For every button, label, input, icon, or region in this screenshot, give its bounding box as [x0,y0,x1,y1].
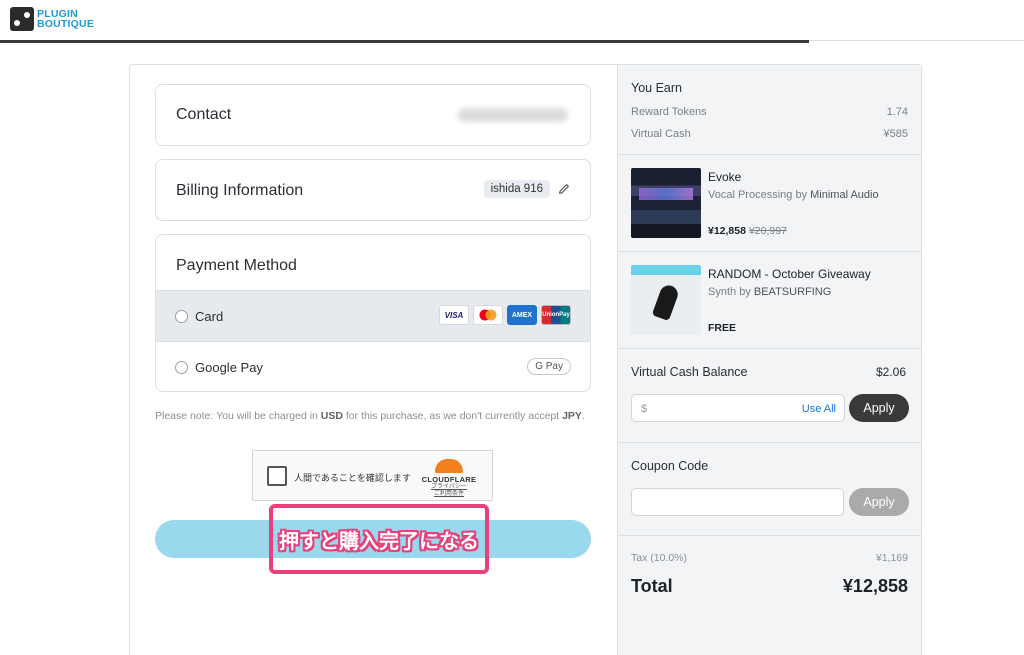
card-brand-logos: VISA AMEX UnionPay [439,305,571,325]
coupon-title: Coupon Code [631,459,709,473]
cloudflare-cloud-icon [435,459,463,473]
visa-icon: VISA [439,305,469,325]
captcha-privacy-link[interactable]: プライバシー [420,484,478,491]
payment-method-section: Payment Method Card VISA AMEX UnionPay G… [155,234,591,392]
product-price: FREE [708,322,737,334]
you-earn-block: You Earn Reward Tokens 1.74 Virtual Cash… [618,65,921,155]
payment-method-title: Payment Method [176,257,297,274]
product-subtitle: Vocal Processing by Minimal Audio [708,189,879,201]
captcha-checkbox[interactable] [267,466,287,486]
captcha-terms-link[interactable]: ご利用条件 [420,491,478,498]
product-price: ¥12,858 ¥20,997 [708,225,787,237]
logo-icon [10,7,34,31]
reward-tokens-row: Reward Tokens 1.74 [631,106,908,118]
cloudflare-turnstile: 人間であることを確認します CLOUDFLARE プライバシー ご利用条件 [252,450,493,501]
virtual-cash-balance-title: Virtual Cash Balance [631,365,748,379]
google-pay-label: Google Pay [195,359,263,375]
unionpay-icon: UnionPay [541,305,571,325]
product-name[interactable]: RANDOM - October Giveaway [708,267,871,281]
billing-title: Billing Information [176,182,304,199]
google-pay-icon: G Pay [527,358,571,375]
payment-option-google-pay[interactable]: Google Pay G Pay [156,341,590,391]
virtual-cash-balance-block: Virtual Cash Balance $2.06 $ Use All App… [618,349,921,443]
tax-row: Tax (10.0%) ¥1,169 [631,552,908,564]
cart-item: RANDOM - October Giveaway Synth by BEATS… [618,252,921,349]
card-label: Card [195,308,224,324]
annotation-box: 押すと購入完了になる [269,504,489,574]
annotation-text: 押すと購入完了になる [279,528,479,553]
total-row: Total ¥12,858 [631,576,908,596]
virtual-cash-balance-amount: $2.06 [875,365,906,379]
coupon-input[interactable] [631,488,844,516]
cart-item: Evoke Vocal Processing by Minimal Audio … [618,155,921,252]
virtual-cash-input[interactable]: $ Use All [631,394,845,422]
virtual-cash-row: Virtual Cash ¥585 [631,128,908,140]
product-old-price: ¥20,997 [748,225,787,237]
captcha-label: 人間であることを確認します [294,473,411,483]
currency-prefix: $ [641,403,648,415]
plugin-boutique-logo[interactable]: PLUGIN BOUTIQUE [10,7,94,31]
mastercard-icon [473,305,503,325]
coupon-block: Coupon Code Apply [618,443,921,536]
card-radio[interactable] [175,309,188,323]
contact-section[interactable]: Contact [155,84,591,146]
you-earn-title: You Earn [631,81,682,95]
billing-user-chip: ishida 916 [483,180,550,198]
totals-block: Tax (10.0%) ¥1,169 Total ¥12,858 [618,536,921,655]
contact-title: Contact [176,106,232,123]
order-summary: You Earn Reward Tokens 1.74 Virtual Cash… [617,65,921,655]
payment-option-card[interactable]: Card VISA AMEX UnionPay [156,290,590,341]
billing-section[interactable]: Billing Information ishida 916 [155,159,591,221]
use-all-link[interactable]: Use All [802,403,836,415]
amex-icon: AMEX [507,305,537,325]
apply-coupon-button[interactable]: Apply [849,488,909,516]
product-name[interactable]: Evoke [708,170,741,184]
currency-note: Please note: You will be charged in USD … [155,410,585,422]
checkout-progress-bar [0,40,809,43]
apply-virtual-cash-button[interactable]: Apply [849,394,909,422]
logo-text-line2: BOUTIQUE [37,18,95,30]
pencil-icon[interactable] [557,182,571,196]
product-subtitle: Synth by BEATSURFING [708,286,832,298]
contact-email-redacted [458,108,568,122]
cloudflare-logo: CLOUDFLARE プライバシー ご利用条件 [420,459,478,498]
random-thumbnail[interactable] [631,265,701,335]
evoke-thumbnail[interactable] [631,168,701,238]
google-pay-radio[interactable] [175,360,188,374]
